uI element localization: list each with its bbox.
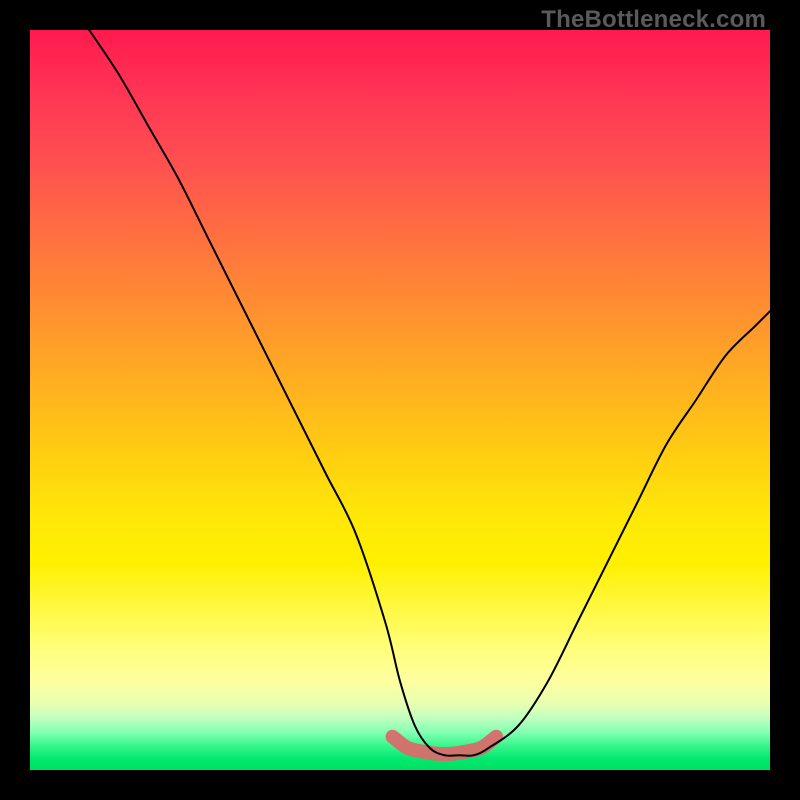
optimal-range-marker	[393, 737, 497, 754]
bottleneck-curve	[89, 30, 770, 756]
plot-area	[30, 30, 770, 770]
curve-svg	[30, 30, 770, 770]
chart-container: TheBottleneck.com	[0, 0, 800, 800]
